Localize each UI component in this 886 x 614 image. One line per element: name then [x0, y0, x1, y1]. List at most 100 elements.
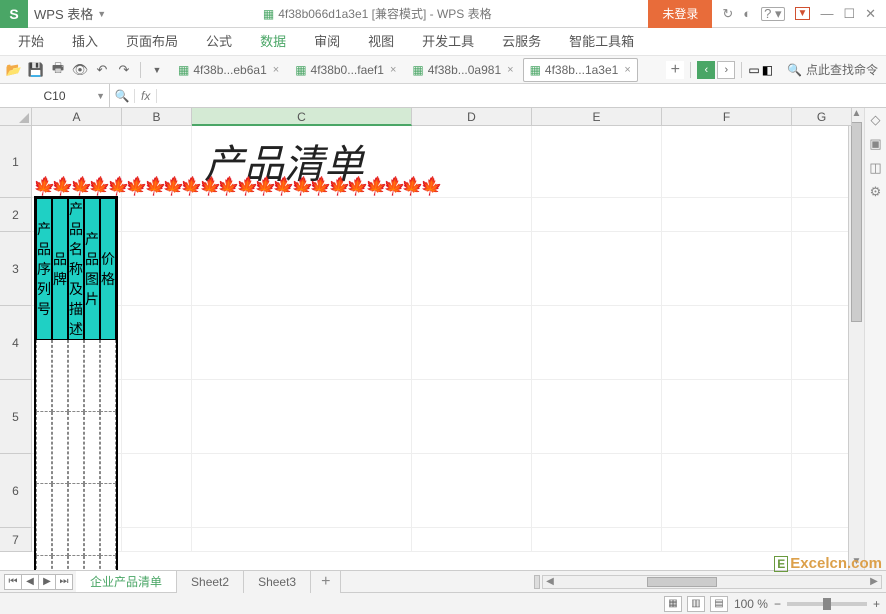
row-header-2[interactable]: 2	[0, 198, 32, 232]
sync-icon[interactable]: ↻	[722, 6, 733, 22]
fx-search-icon[interactable]: 🔍	[110, 89, 134, 103]
vertical-scrollbar[interactable]: ▲ ▼	[848, 108, 864, 570]
cell-C4[interactable]	[192, 306, 412, 380]
col-header-F[interactable]: F	[662, 108, 792, 126]
table-cell[interactable]	[68, 484, 84, 556]
window-list-icon[interactable]: ▭	[748, 63, 759, 77]
col-header-C[interactable]: C	[192, 108, 412, 126]
redo-icon[interactable]: ↷	[116, 62, 132, 78]
table-cell[interactable]	[100, 340, 116, 412]
cell-E5[interactable]	[532, 380, 662, 454]
table-cell[interactable]	[36, 556, 52, 570]
sheet-grid[interactable]: ABCDEFG 1234567 产品清单 🍁🍁🍁🍁🍁🍁🍁🍁🍁🍁🍁🍁🍁🍁🍁🍁🍁🍁🍁…	[0, 108, 864, 570]
sheet-first-button[interactable]: ⏮	[4, 574, 22, 590]
cell-F4[interactable]	[662, 306, 792, 380]
select-all-corner[interactable]	[0, 108, 32, 126]
row-header-4[interactable]: 4	[0, 306, 32, 380]
sheet-tab-1[interactable]: Sheet2	[177, 571, 244, 593]
side-select-icon[interactable]: ▣	[869, 136, 881, 152]
sheet-tab-2[interactable]: Sheet3	[244, 571, 311, 593]
doc-tab-1[interactable]: ▦4f38b0...faef1×	[288, 58, 403, 82]
hscroll-split[interactable]	[534, 575, 540, 589]
close-tab-icon[interactable]: ×	[507, 64, 513, 76]
cell-G5[interactable]	[792, 380, 852, 454]
cell-B4[interactable]	[122, 306, 192, 380]
fx-label[interactable]: fx	[134, 89, 157, 103]
menu-item-6[interactable]: 视图	[354, 28, 408, 56]
cell-F5[interactable]	[662, 380, 792, 454]
cell-D7[interactable]	[412, 528, 532, 552]
name-dropdown-icon[interactable]: ▼	[96, 91, 105, 101]
new-tab-button[interactable]: +	[666, 61, 684, 79]
cell-F7[interactable]	[662, 528, 792, 552]
table-cell[interactable]	[100, 412, 116, 484]
close-tab-icon[interactable]: ×	[273, 64, 279, 76]
cell-E6[interactable]	[532, 454, 662, 528]
cell-E2[interactable]	[532, 198, 662, 232]
table-cell[interactable]	[36, 484, 52, 556]
save-icon[interactable]: 💾	[28, 62, 44, 78]
cell-G3[interactable]	[792, 232, 852, 306]
menu-item-1[interactable]: 插入	[58, 28, 112, 56]
close-icon[interactable]: ✕	[865, 6, 876, 22]
reading-mode-icon[interactable]: ◧	[762, 63, 773, 77]
table-cell[interactable]	[36, 412, 52, 484]
table-cell[interactable]	[68, 556, 84, 570]
table-cell[interactable]	[84, 412, 100, 484]
close-tab-icon[interactable]: ×	[390, 64, 396, 76]
skin-icon[interactable]: ◐	[743, 6, 751, 21]
cell-D5[interactable]	[412, 380, 532, 454]
doc-tab-3[interactable]: ▦4f38b...1a3e1×	[523, 58, 638, 82]
sheet-next-button[interactable]: ▶	[38, 574, 56, 590]
cell-G4[interactable]	[792, 306, 852, 380]
cell-B5[interactable]	[122, 380, 192, 454]
row-header-1[interactable]: 1	[0, 126, 32, 198]
cell-F6[interactable]	[662, 454, 792, 528]
col-header-G[interactable]: G	[792, 108, 852, 126]
view-break-button[interactable]: ▤	[710, 596, 728, 612]
vscroll-thumb[interactable]	[851, 122, 862, 322]
cell-D2[interactable]	[412, 198, 532, 232]
add-sheet-button[interactable]: +	[311, 571, 341, 593]
cell-F2[interactable]	[662, 198, 792, 232]
sheet-last-button[interactable]: ⏭	[55, 574, 73, 590]
cell-F1[interactable]	[662, 126, 792, 198]
doc-tab-2[interactable]: ▦4f38b...0a981×	[405, 58, 520, 82]
side-home-icon[interactable]: ◇	[871, 112, 881, 128]
hscroll-thumb[interactable]	[647, 577, 717, 587]
cell-E7[interactable]	[532, 528, 662, 552]
formula-input[interactable]	[157, 85, 886, 107]
cell-B6[interactable]	[122, 454, 192, 528]
cell-D3[interactable]	[412, 232, 532, 306]
sheet-prev-button[interactable]: ◀	[21, 574, 39, 590]
cell-F3[interactable]	[662, 232, 792, 306]
menu-item-2[interactable]: 页面布局	[112, 28, 192, 56]
cell-reference-box[interactable]: C10 ▼	[0, 84, 110, 108]
table-cell[interactable]	[84, 556, 100, 570]
minimize-icon[interactable]: —	[820, 6, 833, 21]
zoom-out-button[interactable]: −	[774, 597, 781, 611]
col-header-A[interactable]: A	[32, 108, 122, 126]
side-settings-icon[interactable]: ⚙	[870, 184, 882, 200]
cell-B7[interactable]	[122, 528, 192, 552]
cell-C3[interactable]	[192, 232, 412, 306]
print-preview-icon[interactable]: 👁	[72, 62, 88, 78]
login-button[interactable]: 未登录	[648, 0, 712, 28]
table-cell[interactable]	[84, 484, 100, 556]
cell-G7[interactable]	[792, 528, 852, 552]
table-cell[interactable]	[100, 556, 116, 570]
cell-E4[interactable]	[532, 306, 662, 380]
zoom-in-button[interactable]: +	[873, 597, 880, 611]
col-header-D[interactable]: D	[412, 108, 532, 126]
menu-item-5[interactable]: 审阅	[300, 28, 354, 56]
row-header-5[interactable]: 5	[0, 380, 32, 454]
scroll-left-icon[interactable]: ◀	[543, 576, 557, 587]
col-header-B[interactable]: B	[122, 108, 192, 126]
col-header-E[interactable]: E	[532, 108, 662, 126]
cell-D6[interactable]	[412, 454, 532, 528]
close-tab-icon[interactable]: ×	[624, 64, 630, 76]
tab-next-button[interactable]: ›	[717, 61, 735, 79]
cell-B3[interactable]	[122, 232, 192, 306]
menu-item-9[interactable]: 智能工具箱	[555, 28, 648, 56]
ribbon-toggle-icon[interactable]: ▼	[795, 7, 811, 20]
